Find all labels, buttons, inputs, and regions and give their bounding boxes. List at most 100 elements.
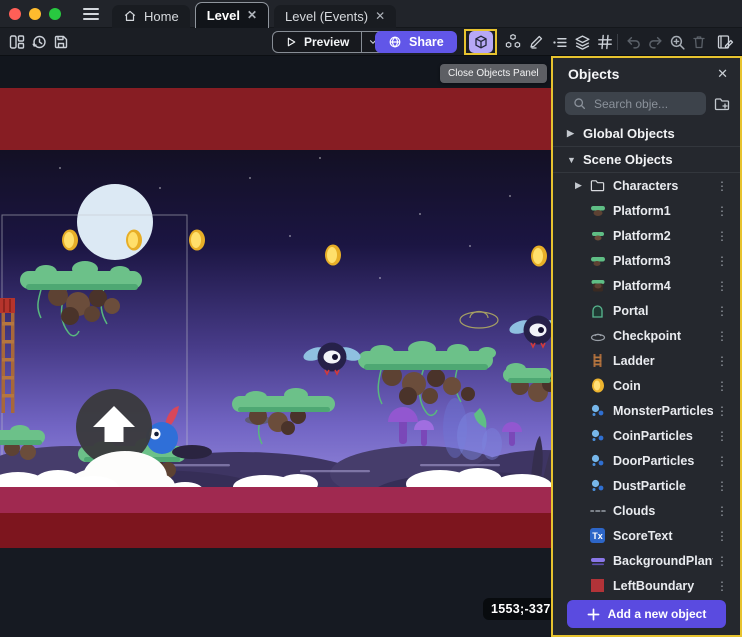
scene-editor-canvas[interactable]: 1553;-337 (0, 56, 551, 637)
object-item-checkpoint[interactable]: Checkpoint ⋮ (553, 323, 740, 348)
item-menu-button[interactable]: ⋮ (713, 329, 731, 343)
item-menu-button[interactable]: ⋮ (713, 429, 731, 443)
add-new-object-button[interactable]: Add a new object (567, 600, 726, 628)
objects-cube-icon (473, 34, 489, 50)
save-button[interactable] (50, 31, 72, 53)
item-menu-button[interactable]: ⋮ (713, 254, 731, 268)
object-item-portal[interactable]: Portal ⋮ (553, 298, 740, 323)
cursor-coordinates-badge: 1553;-337 (483, 598, 559, 620)
object-item-coin[interactable]: Coin ⋮ (553, 373, 740, 398)
tooltip-text: Close Objects Panel (448, 68, 539, 79)
objects-panel: Objects ✕ ▶ Global Objects ▼ Scene Objec… (551, 56, 742, 637)
history-button[interactable] (28, 31, 50, 53)
tab-level[interactable]: Level ✕ (195, 2, 269, 28)
panels-button[interactable] (6, 31, 28, 53)
object-item-leftboundary[interactable]: LeftBoundary ⋮ (553, 573, 740, 598)
platform-icon (589, 253, 606, 269)
object-item-backgroundplants[interactable]: BackgroundPlants ⋮ (553, 548, 740, 573)
object-item-scoretext[interactable]: Tx ScoreText ⋮ (553, 523, 740, 548)
object-item-doorparticles[interactable]: DoorParticles ⋮ (553, 448, 740, 473)
coin (62, 230, 78, 251)
plus-icon (587, 608, 600, 621)
object-item-platform3[interactable]: Platform3 ⋮ (553, 248, 740, 273)
preview-button[interactable]: Preview (273, 32, 361, 52)
objects-panel-highlight (464, 29, 497, 55)
item-menu-button[interactable]: ⋮ (713, 304, 731, 318)
delete-button[interactable] (688, 31, 710, 53)
toolbar-separator (617, 34, 618, 50)
tab-level-events[interactable]: Level (Events) ✕ (274, 5, 396, 28)
minimize-window-button[interactable] (29, 8, 41, 20)
object-item-platform2[interactable]: Platform2 ⋮ (553, 223, 740, 248)
add-button-label: Add a new object (608, 607, 707, 621)
menu-icon[interactable] (83, 8, 99, 20)
grid-button[interactable] (594, 31, 616, 53)
moon[interactable] (77, 184, 153, 260)
search-input[interactable] (592, 96, 686, 112)
item-menu-button[interactable]: ⋮ (713, 179, 731, 193)
coin (325, 245, 341, 266)
ladder-icon (589, 353, 606, 369)
close-panel-icon[interactable]: ✕ (717, 66, 728, 82)
folder-icon (589, 178, 606, 194)
item-menu-button[interactable]: ⋮ (713, 554, 731, 568)
platform-icon (589, 278, 606, 294)
plant-bar-icon (589, 553, 606, 569)
zoom-in-button[interactable] (666, 31, 688, 53)
object-item-coinparticles[interactable]: CoinParticles ⋮ (553, 423, 740, 448)
object-item-platform4[interactable]: Platform4 ⋮ (553, 273, 740, 298)
object-item-monsterparticles[interactable]: MonsterParticles ⋮ (553, 398, 740, 423)
portal-icon (589, 303, 606, 319)
coin (189, 230, 205, 251)
undo-button[interactable] (622, 31, 644, 53)
item-menu-button[interactable]: ⋮ (713, 454, 731, 468)
maximize-window-button[interactable] (49, 8, 61, 20)
properties-button[interactable] (548, 31, 570, 53)
share-button[interactable]: Share (375, 31, 457, 53)
home-icon (123, 9, 137, 23)
item-menu-button[interactable]: ⋮ (713, 529, 731, 543)
edit-button[interactable] (525, 31, 547, 53)
dark-red-band (0, 513, 551, 548)
object-item-platform1[interactable]: Platform1 ⋮ (553, 198, 740, 223)
item-menu-button[interactable]: ⋮ (713, 204, 731, 218)
item-menu-button[interactable]: ⋮ (713, 379, 731, 393)
item-menu-button[interactable]: ⋮ (713, 279, 731, 293)
tab-home[interactable]: Home (112, 5, 190, 28)
object-item-characters[interactable]: ▶ Characters ⋮ (553, 173, 740, 198)
close-tab-icon[interactable]: ✕ (375, 10, 385, 22)
particles-icon (589, 453, 606, 469)
tab-label: Home (144, 9, 179, 24)
close-window-button[interactable] (9, 8, 21, 20)
object-item-dustparticle[interactable]: DustParticle ⋮ (553, 473, 740, 498)
tab-bar: Home Level ✕ Level (Events) ✕ (112, 0, 401, 28)
item-menu-button[interactable]: ⋮ (713, 504, 731, 518)
objects-panel-button[interactable] (469, 31, 493, 53)
panel-title: Objects (568, 66, 619, 82)
item-menu-button[interactable]: ⋮ (713, 479, 731, 493)
layers-button[interactable] (571, 31, 593, 53)
window-controls (9, 8, 61, 20)
chevron-down-icon: ▼ (567, 155, 575, 165)
item-menu-button[interactable]: ⋮ (713, 579, 731, 593)
dashes-icon (589, 503, 606, 519)
redo-button[interactable] (644, 31, 666, 53)
close-tab-icon[interactable]: ✕ (247, 9, 257, 21)
section-scene-objects[interactable]: ▼ Scene Objects (553, 147, 740, 173)
coin (126, 230, 142, 251)
item-menu-button[interactable]: ⋮ (713, 404, 731, 418)
object-item-ladder[interactable]: Ladder ⋮ (553, 348, 740, 373)
item-menu-button[interactable]: ⋮ (713, 354, 731, 368)
platform-icon (589, 203, 606, 219)
chevron-right-icon[interactable]: ▶ (575, 180, 589, 191)
tab-label: Level (207, 8, 240, 23)
section-global-objects[interactable]: ▶ Global Objects (553, 121, 740, 147)
object-item-clouds[interactable]: Clouds ⋮ (553, 498, 740, 523)
events-sheet-button[interactable] (714, 31, 736, 53)
object-search-box[interactable] (565, 92, 706, 115)
object-groups-button[interactable] (502, 31, 524, 53)
text-icon: Tx (589, 528, 606, 544)
item-menu-button[interactable]: ⋮ (713, 229, 731, 243)
new-folder-icon[interactable] (714, 96, 730, 112)
scene-canvas (0, 56, 551, 637)
